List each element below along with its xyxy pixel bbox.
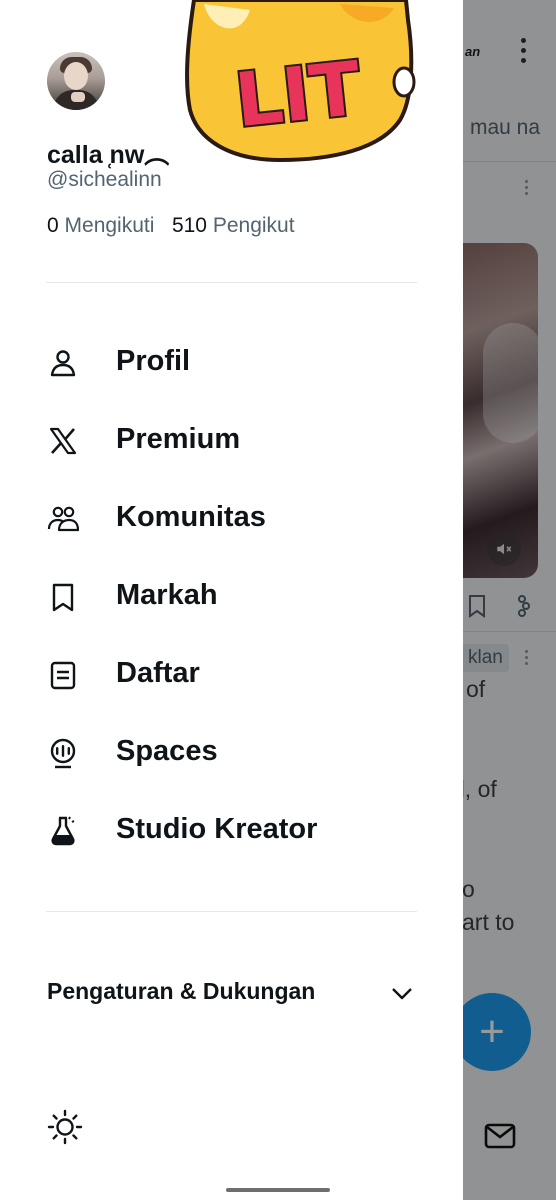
menu-item-label: Profil (116, 345, 191, 377)
menu-item-lists[interactable]: Daftar (47, 644, 427, 704)
menu-item-spaces[interactable]: Spaces (47, 722, 427, 782)
followers-label: Pengikut (212, 214, 295, 237)
spaces-icon (50, 738, 76, 769)
following-label: Mengikuti (64, 214, 155, 237)
followers-count: 510 (171, 214, 207, 237)
lit-sticker: LIT (185, 0, 416, 162)
communities-icon (47, 506, 79, 532)
following-count: 0 (47, 214, 59, 237)
menu-item-label: Daftar (116, 657, 200, 689)
avatar[interactable] (47, 52, 105, 110)
following-link[interactable]: 0 Mengikuti (47, 214, 154, 237)
theme-sun-icon[interactable] (47, 1109, 83, 1145)
menu-item-bookmarks[interactable]: Markah (47, 566, 427, 626)
sticker-text: LIT (231, 46, 365, 145)
menu-item-label: Komunitas (116, 501, 266, 533)
home-indicator (226, 1188, 330, 1192)
menu-item-premium[interactable]: Premium (47, 410, 427, 470)
drawer-divider (46, 282, 417, 283)
settings-support-label: Pengaturan & Dukungan (47, 978, 316, 1004)
menu-item-label: Premium (116, 423, 241, 455)
bookmark-icon (52, 583, 74, 612)
list-icon (50, 661, 76, 690)
menu-item-label: Studio Kreator (116, 813, 318, 845)
menu-item-label: Markah (116, 579, 218, 611)
chevron-down-icon (392, 988, 412, 1000)
creator-studio-icon (51, 816, 75, 846)
drawer-divider (46, 911, 417, 912)
menu-item-creator-studio[interactable]: Studio Kreator (47, 800, 427, 860)
x-logo-icon (49, 427, 77, 455)
user-handle: @sichealinn (47, 168, 162, 191)
menu-item-communities[interactable]: Komunitas (47, 488, 427, 548)
navigation-drawer: calla ̜nw︵ @sichealinn 0 Mengikuti 510 P… (0, 0, 463, 1200)
menu-item-label: Spaces (116, 735, 218, 767)
menu-item-profile[interactable]: Profil (47, 332, 427, 392)
followers-link[interactable]: 510 Pengikut (172, 214, 295, 237)
person-icon (50, 350, 76, 377)
display-name[interactable]: calla ̜nw︵ (47, 135, 169, 171)
settings-support-toggle[interactable]: Pengaturan & Dukungan (47, 970, 417, 1014)
follow-stats: 0 Mengikuti 510 Pengikut (47, 214, 295, 238)
